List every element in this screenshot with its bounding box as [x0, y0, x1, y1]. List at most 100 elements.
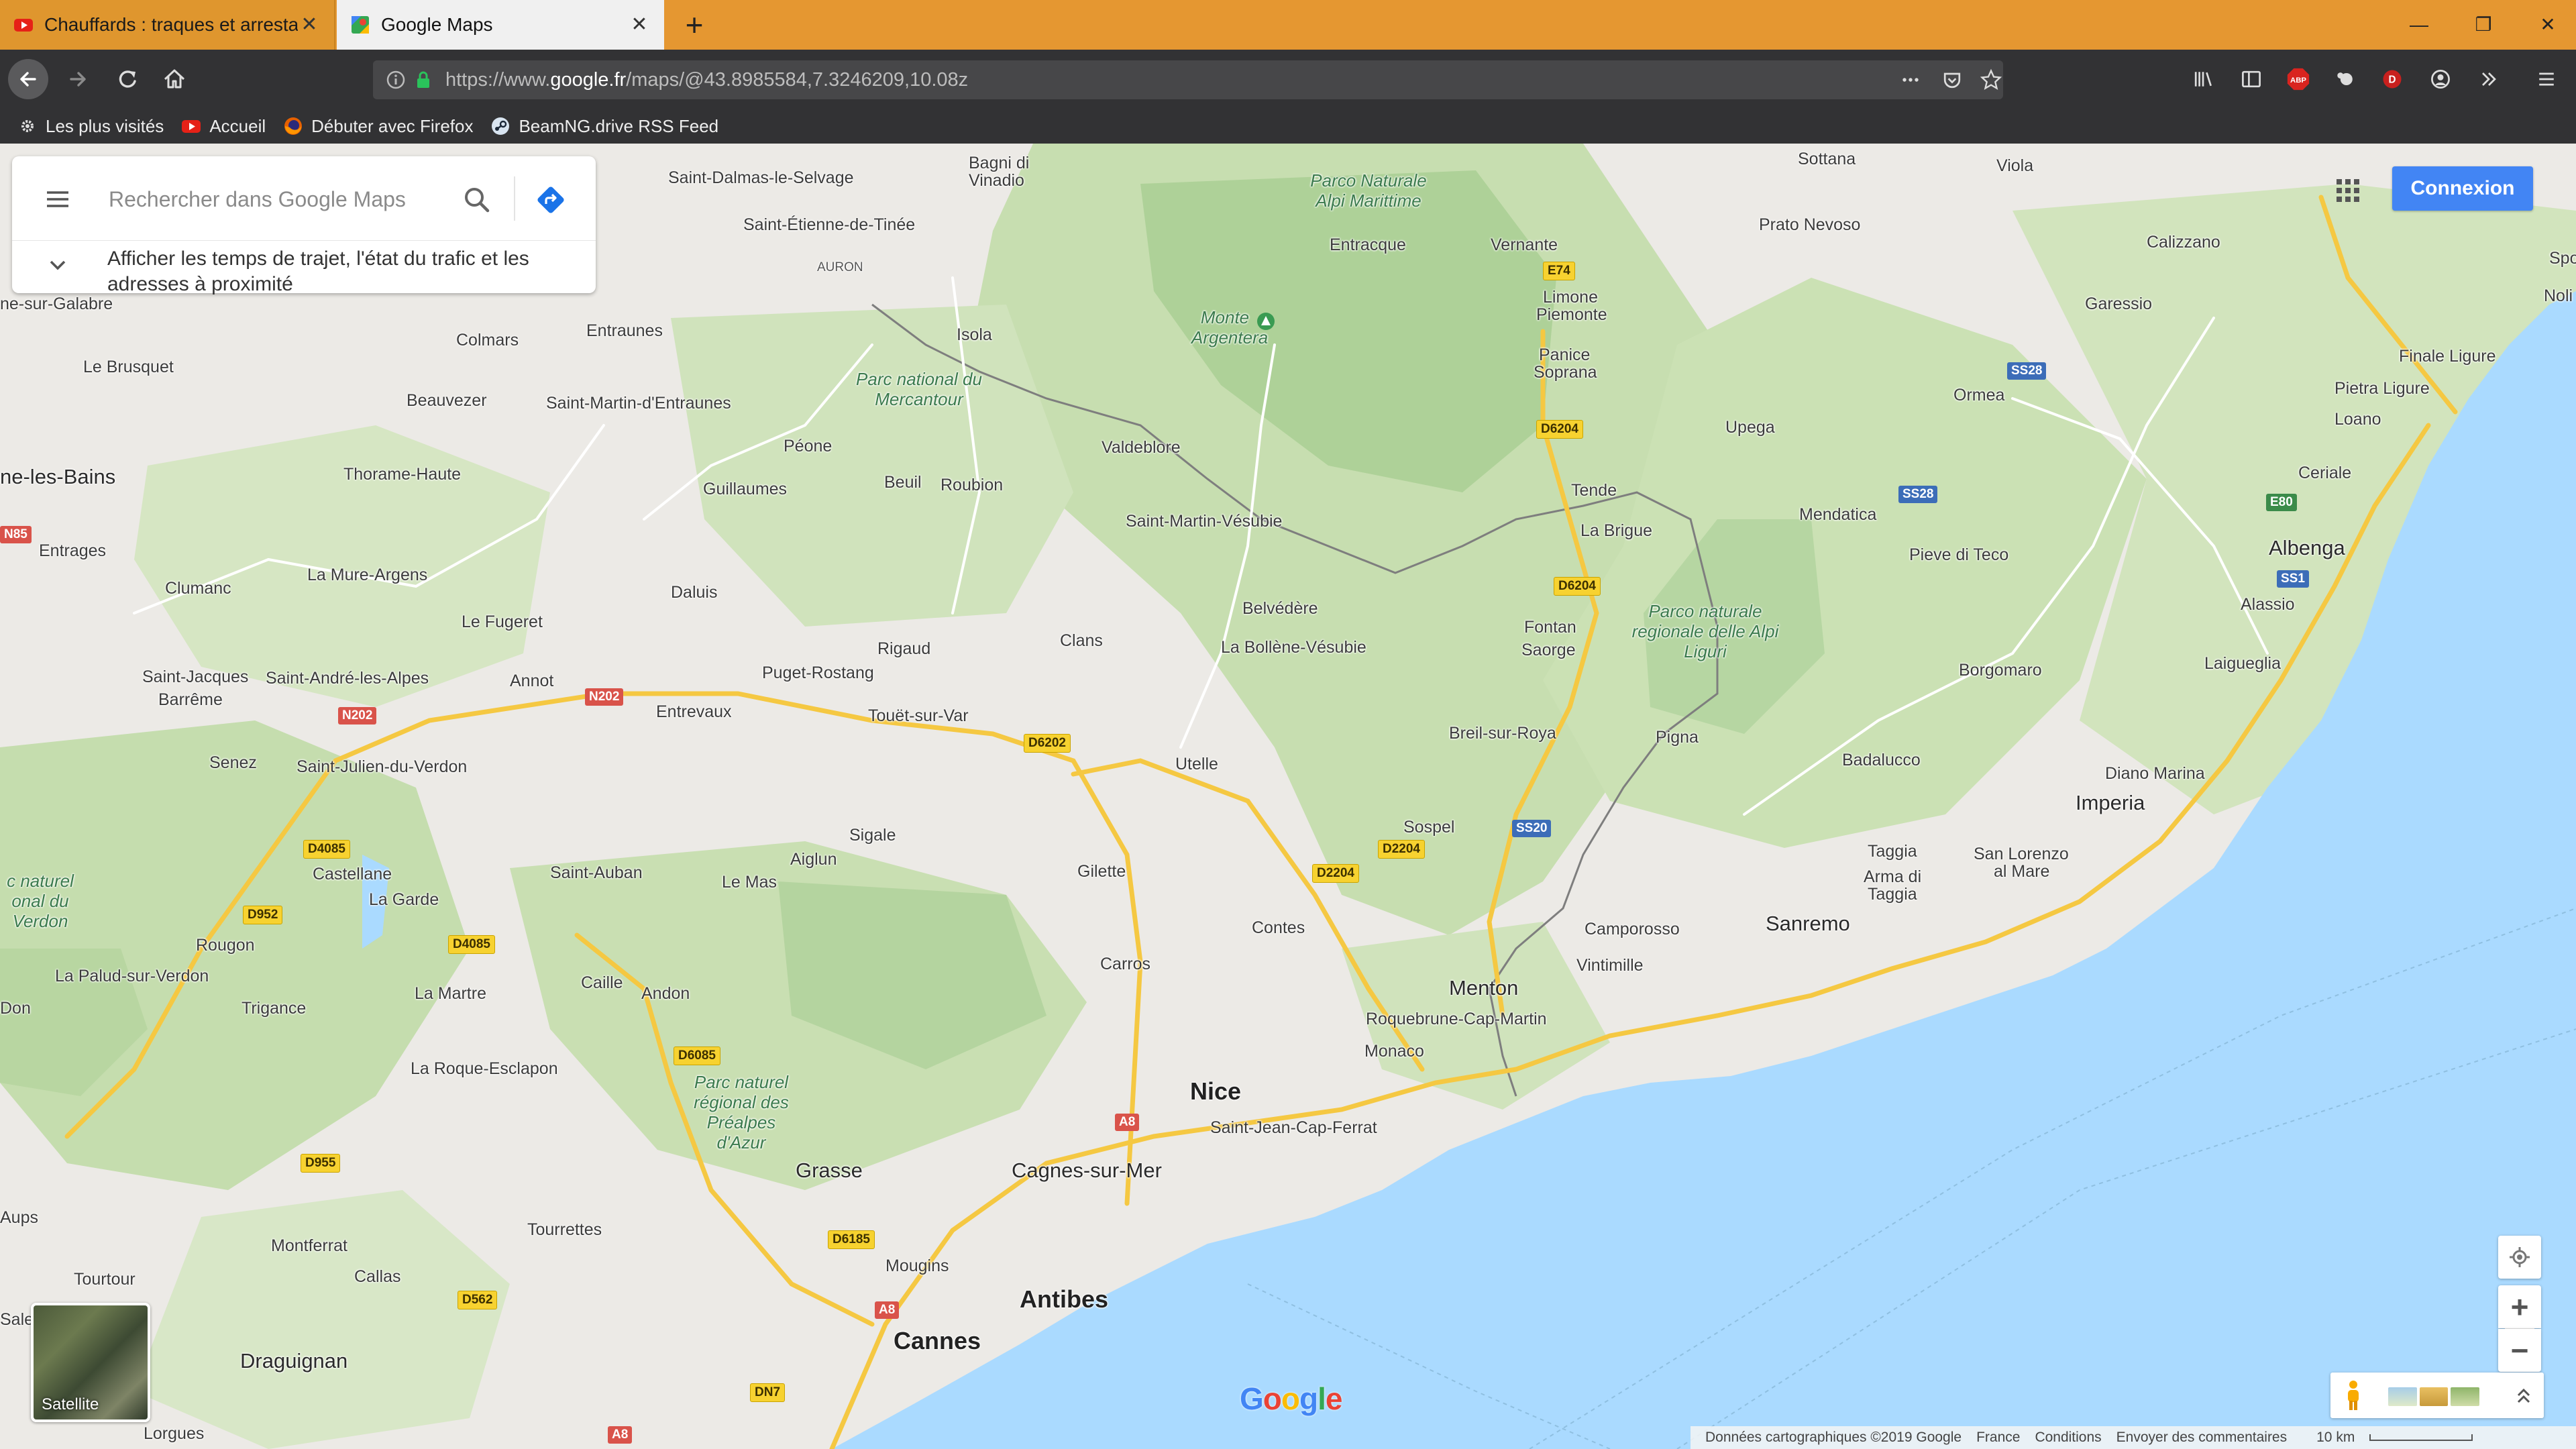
map-label[interactable]: Guillaumes	[703, 479, 787, 499]
map-label[interactable]: al Mare	[1994, 861, 2049, 881]
collapse-button[interactable]	[2510, 1382, 2537, 1409]
map-label[interactable]: Touët-sur-Var	[868, 706, 969, 726]
map-label[interactable]: Sottana	[1798, 149, 1856, 169]
map-label-cagnes[interactable]: Cagnes-sur-Mer	[1012, 1160, 1162, 1181]
map-label-park-verdon[interactable]: c naturel onal du Verdon	[0, 871, 80, 931]
map-label[interactable]: Mendatica	[1799, 504, 1876, 525]
map-label[interactable]: Mougins	[885, 1256, 949, 1276]
account-icon[interactable]	[2426, 64, 2455, 94]
map-label[interactable]: Andon	[641, 983, 690, 1004]
restore-button[interactable]: ❐	[2463, 8, 2504, 42]
terms-link[interactable]: Conditions	[2035, 1430, 2101, 1446]
map-label[interactable]: Aups	[0, 1208, 38, 1228]
map-label[interactable]: Puget-Rostang	[762, 663, 874, 683]
map-label[interactable]: Trigance	[241, 998, 306, 1018]
map-label[interactable]: Calizzano	[2147, 232, 2220, 252]
map-label[interactable]: Monaco	[1364, 1041, 1424, 1061]
map-label[interactable]: La Garde	[369, 890, 439, 910]
country-link[interactable]: France	[1976, 1430, 2020, 1446]
hamburger-menu-icon[interactable]	[2532, 64, 2561, 94]
profile-badge-icon[interactable]: D	[2377, 64, 2407, 94]
map-label-grasse[interactable]: Grasse	[796, 1160, 863, 1181]
map-label[interactable]: Le Brusquet	[83, 357, 174, 377]
map-label[interactable]: La Martre	[415, 983, 486, 1004]
map-label[interactable]: Taggia	[1868, 841, 1917, 861]
map-label-park-mercantour[interactable]: Parc national du Mercantour	[839, 369, 1000, 409]
map-label[interactable]: Le Mas	[722, 872, 777, 892]
extension-icon[interactable]	[2330, 64, 2360, 94]
url-bar[interactable]: https://www.google.fr/maps/@43.8985584,7…	[373, 60, 2003, 99]
map-label[interactable]: Viola	[1996, 156, 2033, 176]
map-label[interactable]: Rigaud	[877, 639, 930, 659]
map-label[interactable]: Clans	[1060, 631, 1103, 651]
scale-bar[interactable]: 10 km	[2302, 1430, 2473, 1446]
back-button[interactable]	[8, 59, 48, 99]
map-label-sanremo[interactable]: Sanremo	[1766, 913, 1850, 934]
map-label[interactable]: Péone	[784, 436, 832, 456]
reload-button[interactable]	[109, 60, 146, 98]
traffic-layer-thumb[interactable]	[2419, 1387, 2449, 1406]
sidebar-icon[interactable]	[2237, 64, 2266, 94]
map-label-park-alpi-marittime[interactable]: Parco Naturale Alpi Marittime	[1295, 170, 1442, 211]
map-label[interactable]: Vinadio	[969, 170, 1024, 191]
home-button[interactable]	[156, 60, 193, 98]
map-label[interactable]: Saint-Auban	[550, 863, 643, 883]
map-label[interactable]: Taggia	[1868, 884, 1917, 904]
search-input[interactable]	[107, 182, 459, 217]
map-label[interactable]: Annot	[510, 671, 553, 691]
map-canvas[interactable]: Nice Cannes Antibes Menton Grasse Sanrem…	[0, 144, 2576, 1449]
map-label[interactable]: Camporosso	[1585, 919, 1680, 939]
map-label[interactable]: Badalucco	[1842, 750, 1921, 770]
close-tab-icon[interactable]: ✕	[298, 13, 321, 36]
map-label[interactable]: Prato Nevoso	[1759, 215, 1860, 235]
map-label[interactable]: Garessio	[2085, 294, 2152, 314]
map-label-monte-argentera[interactable]: Monte Argentera	[1191, 307, 1268, 347]
map-label[interactable]: Loano	[2334, 409, 2381, 429]
map-label[interactable]: Barrême	[158, 690, 223, 710]
map-label[interactable]: Upega	[1725, 417, 1775, 437]
map-label[interactable]: Ormea	[1953, 385, 2004, 405]
map-label[interactable]: Sospel	[1403, 817, 1454, 837]
map-label[interactable]: Saint-Jean-Cap-Ferrat	[1210, 1118, 1377, 1138]
my-location-button[interactable]	[2498, 1236, 2541, 1279]
map-label[interactable]: Entrages	[39, 541, 106, 561]
forward-button[interactable]	[59, 60, 97, 98]
map-label[interactable]: Vernante	[1491, 235, 1558, 255]
map-label-digne[interactable]: ne-les-Bains	[0, 466, 115, 487]
map-label[interactable]: Clumanc	[165, 578, 231, 598]
map-label[interactable]: Finale Ligure	[2399, 346, 2496, 366]
map-label[interactable]: Vintimille	[1576, 955, 1644, 975]
search-button[interactable]	[455, 178, 499, 222]
overflow-chevron-icon[interactable]	[2474, 64, 2504, 94]
layer-thumbnails[interactable]	[2388, 1387, 2480, 1406]
tab-google-maps[interactable]: Google Maps ✕	[337, 0, 664, 50]
transit-layer-thumb[interactable]	[2388, 1387, 2417, 1406]
map-label[interactable]: Le Fugeret	[462, 612, 543, 632]
map-label[interactable]: Fontan	[1524, 617, 1576, 637]
map-label[interactable]: Tourtour	[74, 1269, 136, 1289]
map-label[interactable]: Callas	[354, 1267, 400, 1287]
map-label[interactable]: Sigale	[849, 825, 896, 845]
map-label[interactable]: La Palud-sur-Verdon	[55, 966, 209, 986]
pegman-icon[interactable]	[2340, 1379, 2367, 1411]
bookmark-firefox[interactable]: Débuter avec Firefox	[283, 116, 473, 137]
map-label[interactable]: Belvédère	[1242, 598, 1318, 619]
bookmark-star-icon[interactable]	[1978, 66, 2004, 93]
map-label[interactable]: ne-sur-Galabre	[0, 294, 113, 314]
map-label-park-prealpes[interactable]: Parc naturel régional des Préalpes d'Azu…	[684, 1072, 798, 1152]
close-window-button[interactable]: ✕	[2528, 8, 2568, 42]
map-label[interactable]: Contes	[1252, 918, 1305, 938]
menu-button[interactable]	[39, 180, 76, 218]
map-label[interactable]: Lorgues	[144, 1424, 204, 1444]
map-label[interactable]: Alassio	[2241, 594, 2295, 614]
map-label[interactable]: Carros	[1100, 954, 1150, 974]
zoom-in-button[interactable]: +	[2498, 1285, 2541, 1328]
map-label[interactable]: Daluis	[671, 582, 717, 602]
map-label[interactable]: Pietra Ligure	[2334, 378, 2430, 398]
map-label[interactable]: Entracque	[1330, 235, 1406, 255]
map-label-park-alpi-liguri[interactable]: Parco naturale regionale delle Alpi Ligu…	[1631, 601, 1779, 661]
library-icon[interactable]	[2188, 64, 2218, 94]
map-label[interactable]: Diano Marina	[2105, 763, 2205, 784]
map-label[interactable]: Entrevaux	[656, 702, 732, 722]
map-label[interactable]: Pieve di Teco	[1909, 545, 2008, 565]
